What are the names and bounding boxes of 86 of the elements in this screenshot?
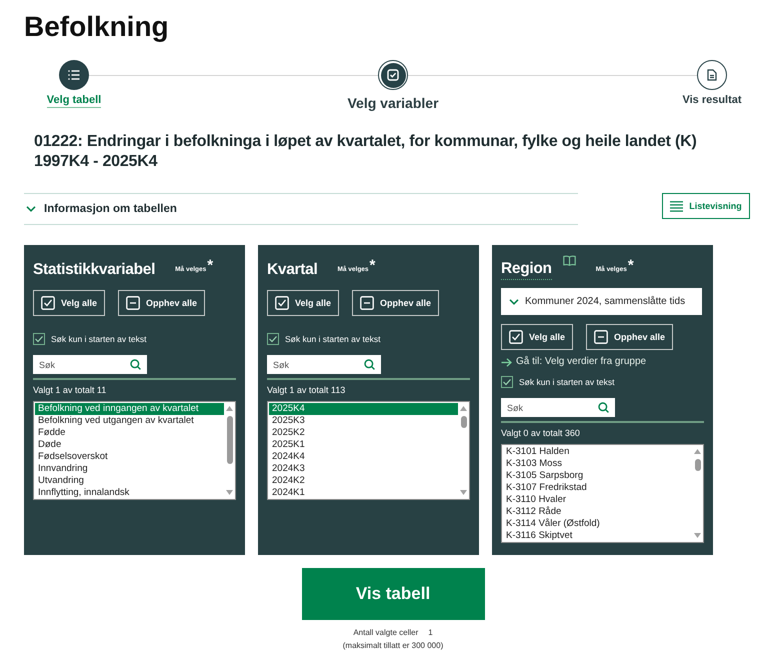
scroll-down-icon[interactable] [694,533,701,538]
step-link[interactable]: Velg variabler [347,95,439,112]
list-option[interactable]: K-3114 Våler (Østfold) [503,518,692,530]
codelist-dropdown[interactable]: Kommuner 2024, sammenslåtte tids [501,288,702,315]
selection-count: Valgt 1 av totalt 113 [267,385,346,395]
list-option[interactable]: 2024K1 [269,487,458,499]
list-icon[interactable] [59,60,89,90]
list-option[interactable]: Befolkning ved utgangen av kvartalet [35,415,224,427]
minus-square-icon [126,296,140,310]
table-info-accordion[interactable]: Informasjon om tabellen [24,193,578,225]
scroll-up-icon[interactable] [226,406,233,411]
step-link[interactable]: Vis resultat [682,94,742,107]
list-option[interactable]: 2024K4 [269,451,458,463]
document-icon[interactable] [697,60,727,90]
select-all-button[interactable]: Velg alle [267,290,340,316]
checkbox-label: Søk kun i starten av tekst [285,334,380,344]
page-title: Befolkning [24,10,169,44]
list-option[interactable]: 2025K3 [269,415,458,427]
value-listbox[interactable]: K-3101 Halden K-3103 Moss K-3105 Sarpsborg K-3107 Fredrikstad K-3110 Hvaler K-3112 Råde K-3114 Våler (Østfold) K-3116 Skiptvet [501,444,704,543]
list-option[interactable]: Innvandring [35,463,224,475]
search-field[interactable]: Søk [267,355,381,374]
chevron-down-icon [509,298,519,304]
check-square-icon [509,330,523,344]
variable-title: Kvartal [267,260,318,280]
scrollbar-thumb[interactable] [460,416,466,428]
cell-count-value: 1 [428,628,433,638]
value-listbox[interactable]: 2025K4 2025K3 2025K2 2025K1 2024K4 2024K3 2024K2 2024K1 [267,401,470,500]
list-option[interactable]: Døde [35,439,224,451]
list-option[interactable]: Utvandring [35,475,224,487]
list-option[interactable]: 2024K3 [269,463,458,475]
arrow-right-icon [501,358,512,366]
select-all-button[interactable]: Velg alle [33,290,106,316]
check-square-icon[interactable] [378,60,408,90]
scrollbar-thumb[interactable] [694,459,700,471]
list-option[interactable]: K-3101 Halden [503,446,692,458]
cell-count-label: Antall valgte celler [353,628,418,638]
minus-square-icon [594,330,608,344]
list-option[interactable]: 2025K1 [269,439,458,451]
checkbox[interactable] [501,376,513,388]
list-option[interactable]: K-3112 Råde [503,506,692,518]
list-option[interactable]: Fødde [35,427,224,439]
list-option[interactable]: K-3116 Skiptvet [503,530,692,542]
check-square-icon [41,296,55,310]
list-option[interactable]: 2025K2 [269,427,458,439]
select-all-button[interactable]: Velg alle [501,324,574,350]
menu-icon [670,200,684,212]
show-table-button[interactable]: Vis tabell [302,568,484,620]
list-option[interactable]: 2025K4 [269,403,458,415]
search-field[interactable]: Søk [501,398,615,417]
max-cells-note: (maksimalt tillatt er 300 000) [342,641,444,651]
list-view-button[interactable]: Listevisning [662,193,750,219]
value-listbox[interactable]: Befolkning ved inngangen av kvartalet Befolkning ved utgangen av kvartalet Fødde Døde Fødselsoverskot Innvandring Utvandring Innflytting, innalandsk [33,401,236,500]
list-option[interactable]: K-3103 Moss [503,458,692,470]
required-mark: * [628,259,634,273]
list-option[interactable]: K-3107 Fredrikstad [503,482,692,494]
variable-title: Region [501,259,552,280]
list-option[interactable]: K-3105 Sarpsborg [503,470,692,482]
search-field[interactable]: Søk [33,355,147,374]
minus-square-icon [360,296,374,310]
goto-group-link[interactable]: Gå til: Velg verdier fra gruppe [516,356,646,368]
scroll-up-icon[interactable] [694,449,701,454]
check-square-icon [275,296,289,310]
scrollbar-thumb[interactable] [226,416,232,464]
scroll-down-icon[interactable] [226,490,233,495]
selection-count: Valgt 0 av totalt 360 [501,428,580,438]
variable-title: Statistikkvariabel [33,260,156,280]
selection-count: Valgt 1 av totalt 11 [33,385,106,395]
checkbox-label: Søk kun i starten av tekst [519,376,614,388]
list-option[interactable]: Befolkning ved inngangen av kvartalet [35,403,224,415]
table-heading: 01222: Endringar i befolkninga i løpet av kvartalet, for kommunar, fylke og heile landet (K) 1997K4 - 2025K4 [33,132,698,172]
required-mark: * [207,259,214,273]
book-icon[interactable] [562,255,576,266]
deselect-all-button[interactable]: Opphev alle [352,290,440,316]
list-option[interactable]: 2024K2 [269,475,458,487]
step-link[interactable]: Velg tabell [46,94,102,108]
deselect-all-button[interactable]: Opphev alle [586,324,674,350]
checkbox[interactable] [33,333,45,345]
deselect-all-button[interactable]: Opphev alle [118,290,206,316]
checkbox-label: Søk kun i starten av tekst [51,334,146,344]
scroll-up-icon[interactable] [460,406,467,411]
checkbox[interactable] [267,333,279,345]
scroll-down-icon[interactable] [460,490,467,495]
list-option[interactable]: Innflytting, innalandsk [35,487,224,499]
required-mark: * [370,259,376,273]
list-option[interactable]: Fødselsoverskot [35,451,224,463]
list-option[interactable]: K-3110 Hvaler [503,494,692,506]
